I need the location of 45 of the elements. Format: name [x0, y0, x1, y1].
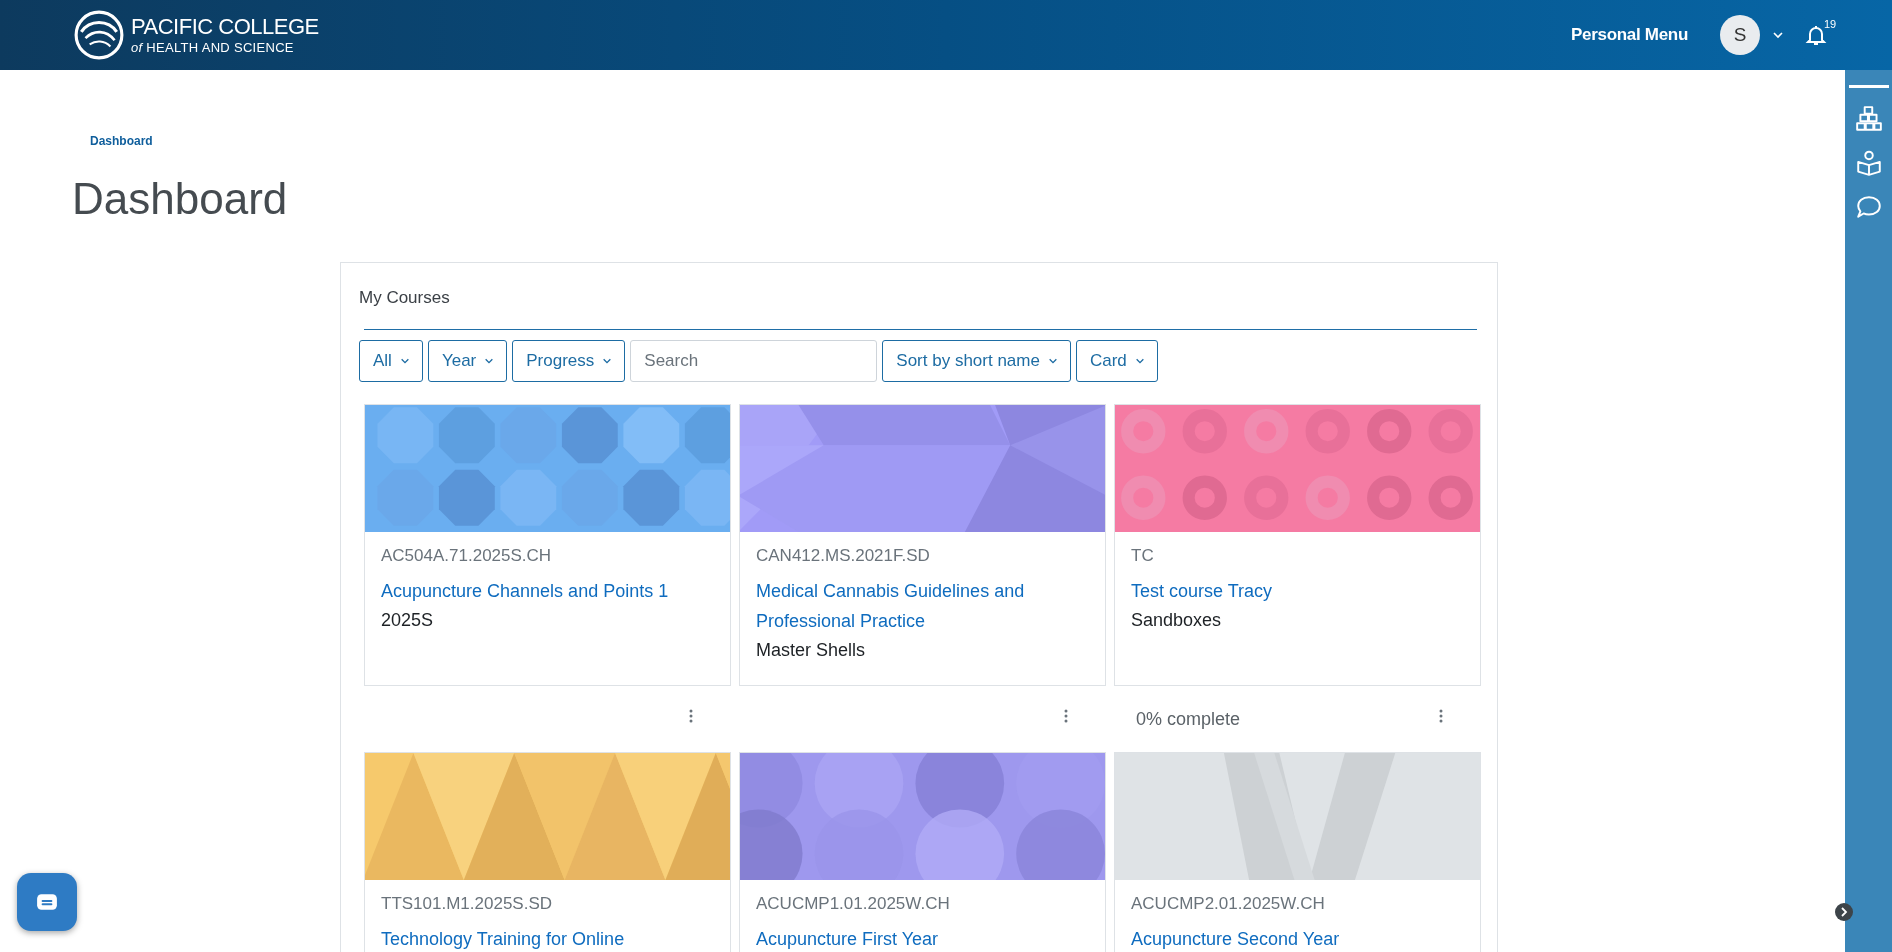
caret-icon[interactable] — [602, 356, 613, 366]
course-name-link[interactable]: Test course Tracy — [1131, 576, 1273, 606]
user-avatar[interactable]: S — [1720, 15, 1760, 55]
filter-dropdown[interactable]: Sort by short name — [882, 340, 1071, 382]
filter-dropdown[interactable]: Card — [1075, 340, 1158, 382]
course-shortname: CAN412.MS.2021F.SD — [756, 546, 930, 566]
chat-button[interactable] — [17, 873, 77, 931]
course-shortname: TC — [1131, 546, 1154, 566]
blocks-icon[interactable] — [1854, 105, 1883, 133]
caret-icon[interactable] — [484, 356, 495, 366]
search-field[interactable]: Search — [630, 340, 878, 382]
filter-dropdown[interactable]: All — [359, 340, 423, 382]
course-name-link[interactable]: Acupuncture First Year — [756, 924, 939, 952]
course-shortname: ACUCMP2.01.2025W.CH — [1131, 894, 1325, 914]
course-shortname: AC504A.71.2025S.CH — [381, 546, 552, 566]
caret-icon[interactable] — [399, 356, 410, 366]
college-subtitle: of HEALTH AND SCIENCE — [131, 41, 295, 54]
chat-icon — [36, 893, 58, 911]
college-name: PACIFIC COLLEGE — [131, 16, 319, 38]
personal-menu-link[interactable]: Personal Menu — [1570, 25, 1688, 45]
course-name-link[interactable]: Technology Training for Online — [381, 924, 625, 952]
chat-bubble-icon[interactable] — [1854, 193, 1883, 221]
course-shortname: TTS101.M1.2025S.SD — [381, 894, 553, 914]
caret-icon[interactable] — [1047, 356, 1058, 366]
course-category: Master Shells — [756, 639, 866, 662]
course-category: Sandboxes — [1131, 609, 1222, 632]
block-title: My Courses — [359, 287, 451, 309]
course-category: 2025S — [381, 609, 434, 632]
course-name-link[interactable]: Medical Cannabis Guidelines and Professional Practice — [756, 576, 1089, 636]
notification-count: 19 — [1824, 18, 1837, 30]
course-shortname: ACUCMP1.01.2025W.CH — [756, 894, 950, 914]
caret-icon[interactable] — [1772, 29, 1784, 41]
more-options-icon[interactable] — [1439, 709, 1443, 723]
filter-dropdown[interactable]: Progress — [512, 340, 626, 382]
more-options-icon[interactable] — [1064, 709, 1068, 723]
caret-icon[interactable] — [1134, 356, 1145, 366]
course-name-link[interactable]: Acupuncture Channels and Points 1 — [381, 576, 669, 606]
reader-icon[interactable] — [1854, 149, 1883, 177]
progress-text: 0% complete — [1136, 708, 1241, 730]
more-options-icon[interactable] — [689, 709, 693, 723]
filter-dropdown[interactable]: Year — [427, 340, 508, 382]
page-title: Dashboard — [72, 173, 289, 225]
course-name-link[interactable]: Acupuncture Second Year — [1131, 924, 1340, 952]
breadcrumb-link[interactable]: Dashboard — [90, 134, 153, 148]
college-logo-icon[interactable] — [73, 9, 125, 61]
